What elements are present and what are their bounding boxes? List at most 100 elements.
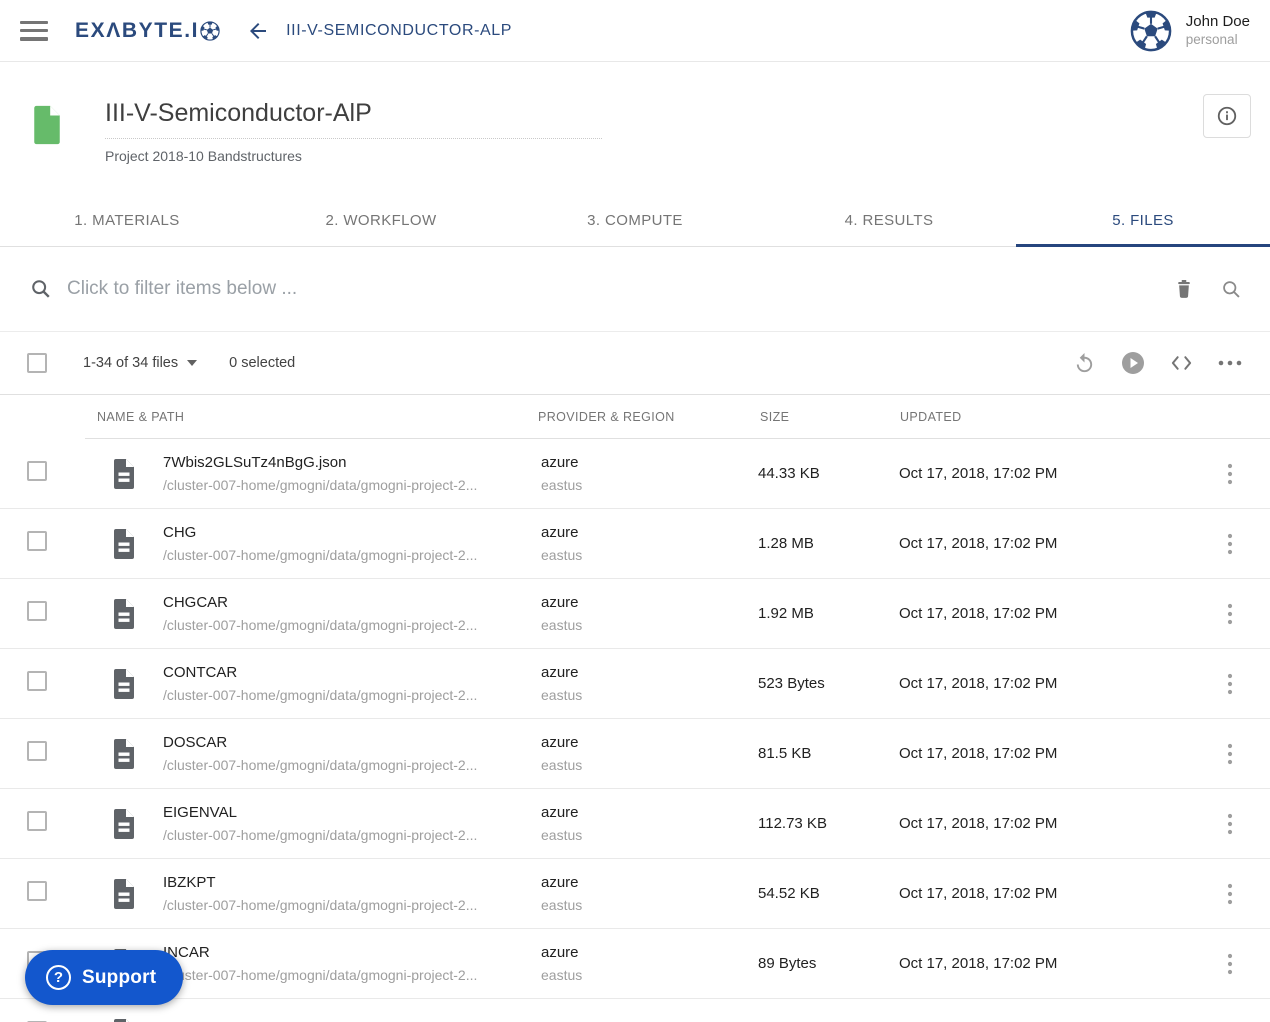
exabyte-logo[interactable]: EXΛBYTE.I — [75, 19, 220, 43]
file-name[interactable]: IBZKPT — [163, 873, 541, 893]
trash-icon — [1178, 280, 1190, 298]
file-region: eastus — [541, 756, 583, 773]
row-menu-button[interactable] — [1190, 533, 1270, 555]
table-row: DOSCAR /cluster-007-home/gmogni/data/gmo… — [0, 719, 1270, 789]
row-menu-button[interactable] — [1190, 883, 1270, 905]
file-updated: Oct 17, 2018, 17:02 PM — [899, 465, 1058, 482]
more-button[interactable] — [1218, 360, 1242, 366]
row-checkbox[interactable] — [27, 671, 47, 691]
support-button[interactable]: ? Support — [25, 950, 184, 1005]
file-provider: azure — [541, 663, 579, 681]
file-updated: Oct 17, 2018, 17:02 PM — [899, 885, 1058, 902]
file-region: eastus — [541, 826, 583, 843]
file-provider: azure — [541, 523, 579, 541]
code-button[interactable] — [1170, 354, 1193, 372]
tab-compute[interactable]: 3. COMPUTE — [508, 194, 762, 246]
file-name[interactable]: CONTCAR — [163, 663, 541, 683]
table-row: KPOINTS — [0, 999, 1270, 1022]
tab-workflow[interactable]: 2. WORKFLOW — [254, 194, 508, 246]
select-all-checkbox[interactable] — [27, 353, 47, 373]
file-size: 54.52 KB — [758, 885, 820, 902]
file-provider: azure — [541, 593, 579, 611]
delete-button[interactable] — [1174, 278, 1194, 300]
file-icon — [114, 878, 134, 909]
column-header-provider[interactable]: PROVIDER & REGION — [538, 410, 675, 424]
file-region: eastus — [541, 476, 583, 493]
file-region: eastus — [541, 686, 583, 703]
info-button[interactable] — [1203, 94, 1251, 138]
row-checkbox[interactable] — [27, 741, 47, 761]
column-header-updated[interactable]: UPDATED — [900, 410, 962, 424]
ellipsis-vertical-icon — [1227, 883, 1233, 904]
file-icon — [114, 668, 134, 699]
row-checkbox[interactable] — [27, 461, 47, 481]
file-provider: azure — [541, 873, 579, 891]
file-name[interactable]: INCAR — [163, 943, 541, 963]
file-updated: Oct 17, 2018, 17:02 PM — [899, 535, 1058, 552]
tab-materials[interactable]: 1. MATERIALS — [0, 194, 254, 246]
row-menu-button[interactable] — [1190, 743, 1270, 765]
ellipsis-vertical-icon — [1227, 533, 1233, 554]
user-menu[interactable]: John Doe personal — [1130, 10, 1250, 52]
file-path: /cluster-007-home/gmogni/data/gmogni-pro… — [163, 476, 478, 493]
selected-count: 0 selected — [229, 355, 296, 371]
file-provider: azure — [541, 453, 579, 471]
refresh-icon — [1076, 352, 1093, 372]
file-updated: Oct 17, 2018, 17:02 PM — [899, 605, 1058, 622]
breadcrumb: III-V-SEMICONDUCTOR-ALP — [286, 21, 513, 39]
file-provider: azure — [541, 733, 579, 751]
tab-results[interactable]: 4. RESULTS — [762, 194, 1016, 246]
row-menu-button[interactable] — [1190, 463, 1270, 485]
file-name[interactable]: CHGCAR — [163, 593, 541, 613]
row-menu-button[interactable] — [1190, 673, 1270, 695]
file-region: eastus — [541, 896, 583, 913]
files-toolbar: 1-34 of 34 files 0 selected — [0, 332, 1270, 394]
refresh-button[interactable] — [1073, 352, 1096, 375]
column-header-name[interactable]: NAME & PATH — [97, 410, 184, 424]
row-menu-button[interactable] — [1190, 603, 1270, 625]
file-region: eastus — [541, 546, 583, 563]
column-header-size[interactable]: SIZE — [760, 410, 789, 424]
filter-input[interactable] — [67, 278, 1174, 300]
ellipsis-vertical-icon — [1227, 813, 1233, 834]
row-checkbox[interactable] — [27, 881, 47, 901]
row-checkbox[interactable] — [27, 811, 47, 831]
ellipsis-vertical-icon — [1227, 953, 1233, 974]
search-toggle-button[interactable] — [1221, 279, 1242, 300]
project-header: III-V-Semiconductor-AlP Project 2018-10 … — [0, 62, 1270, 194]
tab-files[interactable]: 5. FILES — [1016, 194, 1270, 247]
file-icon — [114, 738, 134, 769]
file-name[interactable]: 7Wbis2GLSuTz4nBgG.json — [163, 453, 541, 473]
row-menu-button[interactable] — [1190, 813, 1270, 835]
file-size: 112.73 KB — [758, 815, 827, 832]
file-path: /cluster-007-home/gmogni/data/gmogni-pro… — [163, 686, 478, 703]
filter-bar — [0, 247, 1270, 332]
file-path: /cluster-007-home/gmogni/data/gmogni-pro… — [163, 896, 478, 913]
file-icon — [114, 458, 134, 489]
run-button[interactable] — [1121, 351, 1145, 375]
row-checkbox[interactable] — [27, 601, 47, 621]
ellipsis-vertical-icon — [1227, 673, 1233, 694]
file-size: 89 Bytes — [758, 955, 817, 972]
file-name[interactable]: EIGENVAL — [163, 803, 541, 823]
help-icon: ? — [46, 965, 71, 990]
row-menu-button[interactable] — [1190, 953, 1270, 975]
app-header: EXΛBYTE.I III-V-SEMICONDUCTOR-ALP John D… — [0, 0, 1270, 62]
file-provider: azure — [541, 803, 579, 821]
file-updated: Oct 17, 2018, 17:02 PM — [899, 955, 1058, 972]
table-header: NAME & PATH PROVIDER & REGION SIZE UPDAT… — [0, 394, 1270, 439]
file-name[interactable]: CHG — [163, 523, 541, 543]
table-row: EIGENVAL /cluster-007-home/gmogni/data/g… — [0, 789, 1270, 859]
back-arrow-icon[interactable] — [246, 19, 270, 43]
menu-icon[interactable] — [20, 20, 48, 41]
ellipsis-vertical-icon — [1227, 603, 1233, 624]
table-row: CHG /cluster-007-home/gmogni/data/gmogni… — [0, 509, 1270, 579]
row-checkbox[interactable] — [27, 531, 47, 551]
pagination-dropdown[interactable]: 1-34 of 34 files — [83, 355, 198, 371]
page-title: III-V-Semiconductor-AlP — [105, 99, 602, 139]
avatar — [1130, 10, 1172, 51]
file-name[interactable]: DOSCAR — [163, 733, 541, 753]
file-region: eastus — [541, 616, 583, 633]
file-path: /cluster-007-home/gmogni/data/gmogni-pro… — [163, 966, 478, 983]
file-icon — [114, 598, 134, 629]
